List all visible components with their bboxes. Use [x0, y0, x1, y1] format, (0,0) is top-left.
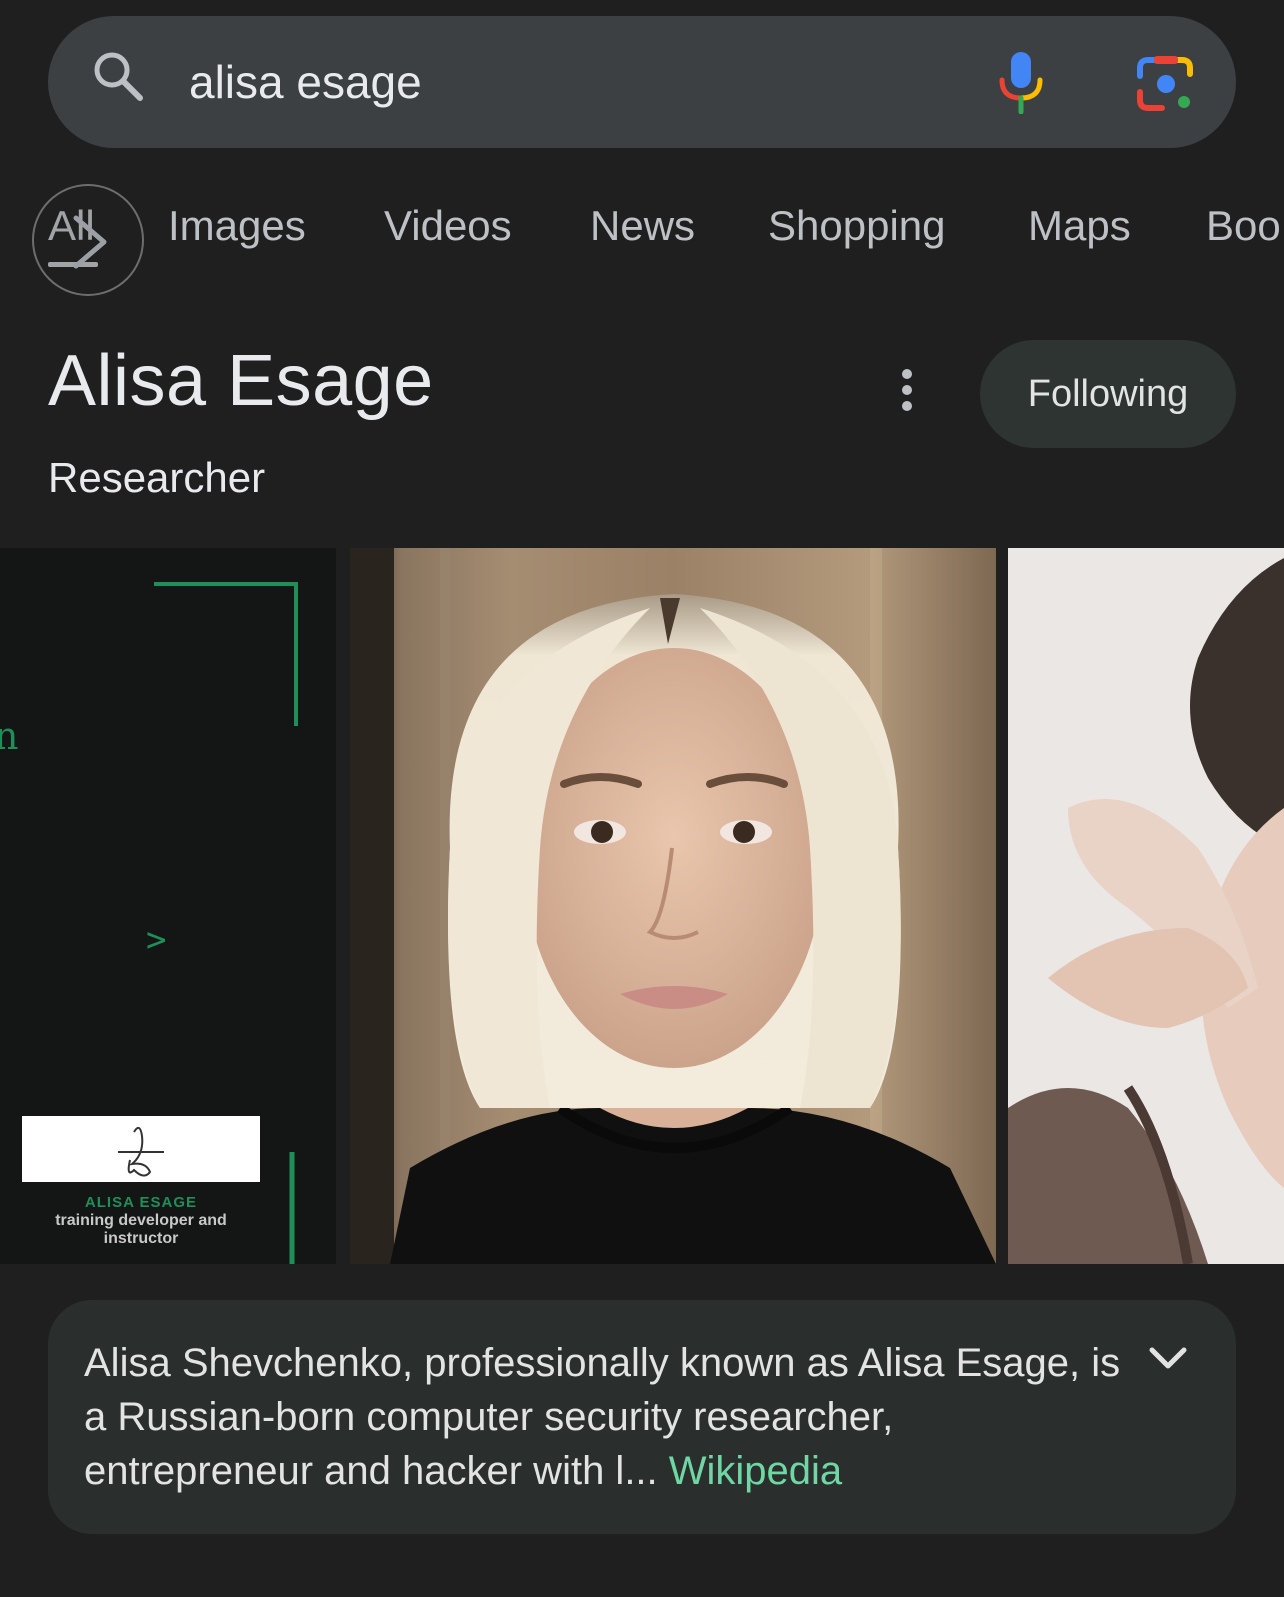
- training-card-partial-text: n: [0, 714, 19, 758]
- tab-shopping[interactable]: Shopping: [768, 202, 946, 250]
- description-card[interactable]: Alisa Shevchenko, professionally known a…: [48, 1300, 1236, 1534]
- wikipedia-link[interactable]: Wikipedia: [669, 1449, 842, 1493]
- image-thumbnail-portrait[interactable]: [350, 548, 996, 1264]
- training-card-prompt: >: [146, 920, 167, 960]
- search-input[interactable]: [189, 52, 789, 112]
- search-tabs: All Images Videos News Shopping Maps Boo: [0, 176, 1284, 296]
- portrait-graphic: [350, 548, 996, 1264]
- search-icon[interactable]: [90, 48, 146, 104]
- training-card-graphic: [0, 548, 336, 1264]
- tab-images[interactable]: Images: [168, 202, 306, 250]
- description-text: Alisa Shevchenko, professionally known a…: [84, 1336, 1124, 1498]
- tab-maps[interactable]: Maps: [1028, 202, 1131, 250]
- image-carousel: n > ALISA ESAGE training developer and i…: [0, 548, 1284, 1264]
- arrow-right-icon: [73, 215, 107, 269]
- lens-icon[interactable]: [1136, 54, 1196, 114]
- following-button[interactable]: Following: [980, 340, 1236, 448]
- image-thumbnail-photo[interactable]: [1008, 548, 1284, 1264]
- more-vert-icon[interactable]: [892, 366, 922, 414]
- tab-news[interactable]: News: [590, 202, 695, 250]
- training-card-name: ALISA ESAGE: [84, 1194, 198, 1211]
- search-bar[interactable]: [48, 16, 1236, 148]
- chevron-down-icon[interactable]: [1146, 1344, 1190, 1374]
- image-thumbnail-training-card[interactable]: n > ALISA ESAGE training developer and i…: [0, 548, 336, 1264]
- tabs-scroll-button[interactable]: [32, 184, 144, 296]
- photo-graphic: [1008, 548, 1284, 1264]
- tab-books[interactable]: Boo: [1206, 202, 1281, 250]
- mic-icon[interactable]: [996, 50, 1046, 114]
- knowledge-panel-subtitle: Researcher: [48, 454, 266, 501]
- tab-videos[interactable]: Videos: [384, 202, 512, 250]
- training-card-caption: training developer and instructor: [55, 1212, 227, 1247]
- knowledge-panel-title: Alisa Esage: [48, 341, 434, 421]
- search-results-page: All Images Videos News Shopping Maps Boo…: [0, 0, 1284, 1597]
- description-body: Alisa Shevchenko, professionally known a…: [84, 1341, 1121, 1493]
